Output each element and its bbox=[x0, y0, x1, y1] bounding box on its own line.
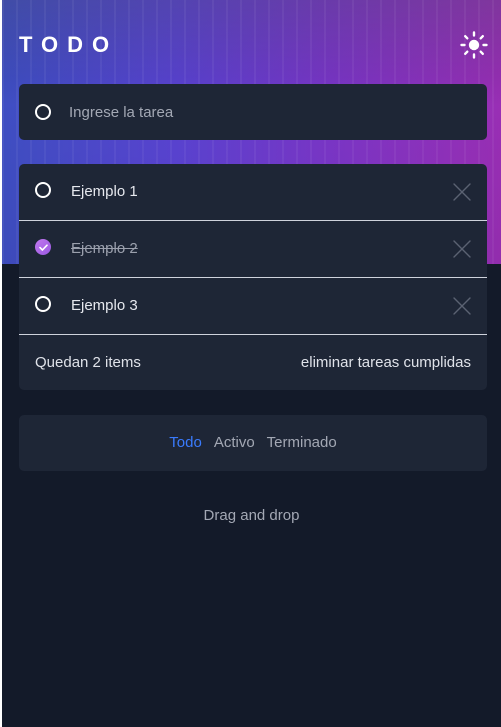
todo-app: TODO Ejemplo 1 bbox=[2, 0, 501, 727]
app-title: TODO bbox=[19, 32, 119, 57]
filter-active[interactable]: Activo bbox=[214, 434, 255, 452]
items-left-count: Quedan 2 items bbox=[35, 354, 141, 371]
theme-toggle-button[interactable] bbox=[458, 29, 490, 61]
sun-icon bbox=[460, 31, 488, 59]
filter-all[interactable]: Todo bbox=[169, 434, 202, 452]
delete-icon[interactable] bbox=[453, 240, 471, 258]
task-list: Ejemplo 1 Ejemplo 2 Ejemplo 3 Quedan 2 i… bbox=[19, 164, 487, 390]
filter-bar: Todo Activo Terminado bbox=[19, 415, 487, 471]
new-task-input[interactable] bbox=[69, 101, 469, 123]
delete-icon[interactable] bbox=[453, 297, 471, 315]
filter-group: Todo Activo Terminado bbox=[19, 434, 487, 452]
task-item[interactable]: Ejemplo 3 bbox=[19, 278, 487, 334]
checkbox-checked-icon[interactable] bbox=[35, 239, 51, 255]
list-footer: Quedan 2 items eliminar tareas cumplidas bbox=[19, 335, 487, 390]
task-label: Ejemplo 2 bbox=[71, 240, 138, 257]
task-item[interactable]: Ejemplo 2 bbox=[19, 221, 487, 277]
task-label: Ejemplo 1 bbox=[71, 183, 138, 200]
task-label: Ejemplo 3 bbox=[71, 297, 138, 314]
delete-icon[interactable] bbox=[453, 183, 471, 201]
checkbox-unchecked-icon[interactable] bbox=[35, 296, 51, 312]
task-item[interactable]: Ejemplo 1 bbox=[19, 164, 487, 220]
checkbox-unchecked-icon[interactable] bbox=[35, 182, 51, 198]
new-task-circle-icon bbox=[35, 104, 51, 120]
drag-and-drop-hint: Drag and drop bbox=[203, 507, 300, 524]
filter-completed[interactable]: Terminado bbox=[267, 434, 337, 452]
new-task-card bbox=[19, 84, 487, 140]
clear-completed-button[interactable]: eliminar tareas cumplidas bbox=[301, 354, 471, 372]
